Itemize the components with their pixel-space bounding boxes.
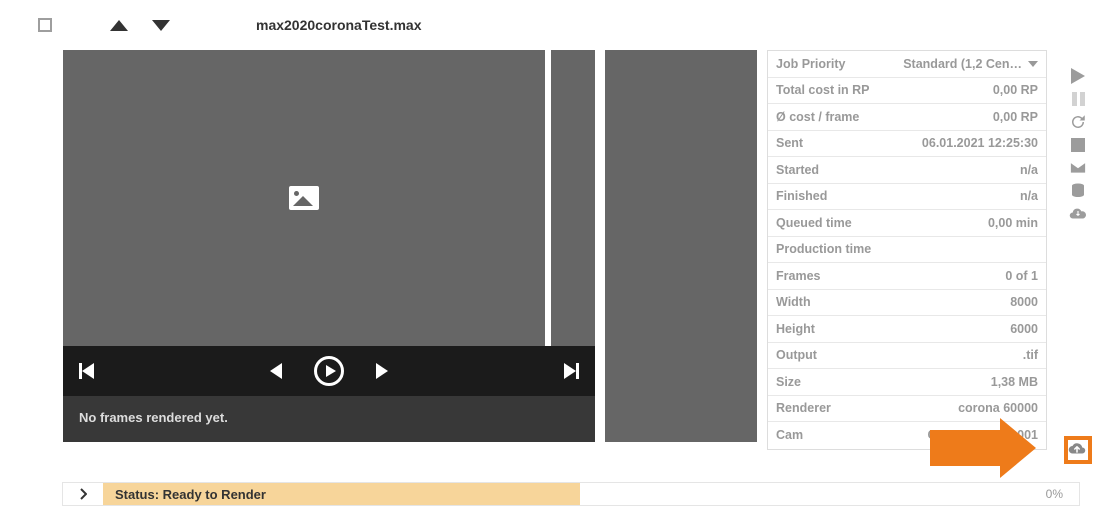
info-value: 06.01.2021 12:25:30 [922, 136, 1038, 150]
info-label: Width [776, 295, 811, 309]
status-bar: Status: Ready to Render 0% [62, 482, 1080, 506]
info-value: 8000 [1010, 295, 1038, 309]
sort-down-icon[interactable] [152, 20, 170, 31]
status-text: Status: Ready to Render [103, 483, 580, 505]
select-checkbox[interactable] [38, 18, 52, 32]
info-row: Ø cost / frame 0,00 RP [768, 104, 1046, 131]
next-frame-button[interactable] [376, 363, 388, 379]
info-row[interactable]: Job Priority Standard (1,2 Cen… [768, 51, 1046, 78]
info-row: Total cost in RP 0,00 RP [768, 78, 1046, 105]
image-placeholder-icon [289, 186, 319, 210]
info-row: Frames 0 of 1 [768, 263, 1046, 290]
info-value: Standard (1,2 Cen… [903, 57, 1038, 71]
info-label: Sent [776, 136, 803, 150]
info-row: Width 8000 [768, 290, 1046, 317]
info-value: 6000 [1010, 322, 1038, 336]
skip-last-button[interactable] [564, 363, 579, 379]
info-label: Started [776, 163, 819, 177]
job-info-table: Job Priority Standard (1,2 Cen… Total cost… [767, 50, 1047, 450]
no-frames-message: No frames rendered yet. [63, 396, 595, 442]
info-value: 0,00 min [988, 216, 1038, 230]
info-label: Production time [776, 242, 871, 256]
action-rail [1068, 68, 1088, 222]
rail-download-icon[interactable] [1069, 206, 1087, 222]
rail-database-icon[interactable] [1069, 183, 1087, 199]
file-name: max2020coronaTest.max [256, 17, 422, 33]
info-row: Production time [768, 237, 1046, 264]
info-value: n/a [1020, 163, 1038, 177]
sort-up-icon[interactable] [110, 20, 128, 31]
info-label: Output [776, 348, 817, 362]
info-value: n/a [1020, 189, 1038, 203]
info-label: Renderer [776, 401, 831, 415]
info-label: Ø cost / frame [776, 110, 859, 124]
preview-large[interactable] [63, 50, 545, 346]
info-value: 0,00 RP [993, 110, 1038, 124]
info-value: 1,38 MB [991, 375, 1038, 389]
cloud-upload-button[interactable] [1068, 441, 1086, 462]
sort-arrows [110, 20, 170, 31]
info-row: Queued time 0,00 min [768, 210, 1046, 237]
play-button[interactable] [314, 356, 344, 386]
skip-first-button[interactable] [79, 363, 94, 379]
info-row: Size 1,38 MB [768, 369, 1046, 396]
rail-stop-icon[interactable] [1069, 137, 1087, 153]
preview-column: No frames rendered yet. [63, 50, 595, 450]
info-label: Size [776, 375, 801, 389]
info-label: Job Priority [776, 57, 845, 71]
player-bar [63, 346, 595, 396]
status-percent: 0% [1046, 487, 1079, 501]
header: max2020coronaTest.max [0, 0, 1106, 50]
chevron-down-icon [1028, 61, 1038, 67]
info-row: Sent 06.01.2021 12:25:30 [768, 131, 1046, 158]
info-label: Cam [776, 428, 803, 442]
info-label: Total cost in RP [776, 83, 870, 97]
rail-refresh-icon[interactable] [1069, 114, 1087, 130]
info-value: 0,00 RP [993, 83, 1038, 97]
info-value: .tif [1023, 348, 1038, 362]
rail-pause-icon[interactable] [1069, 91, 1087, 107]
preview-main [63, 50, 595, 346]
status-expand-button[interactable] [63, 488, 103, 500]
rail-play-icon[interactable] [1069, 68, 1087, 84]
preview-strip[interactable] [551, 50, 595, 346]
preview-secondary[interactable] [605, 50, 757, 442]
info-label: Queued time [776, 216, 852, 230]
info-value: corona 60000 [958, 401, 1038, 415]
info-row: Output .tif [768, 343, 1046, 370]
callout-arrow-icon [930, 418, 1060, 478]
info-label: Finished [776, 189, 827, 203]
info-value: 0 of 1 [1005, 269, 1038, 283]
rail-mail-icon[interactable] [1069, 160, 1087, 176]
prev-frame-button[interactable] [270, 363, 282, 379]
info-label: Frames [776, 269, 820, 283]
info-row: Height 6000 [768, 316, 1046, 343]
main-content: No frames rendered yet. Job Priority Stan… [0, 50, 1106, 450]
info-row: Finished n/a [768, 184, 1046, 211]
info-label: Height [776, 322, 815, 336]
info-row: Started n/a [768, 157, 1046, 184]
